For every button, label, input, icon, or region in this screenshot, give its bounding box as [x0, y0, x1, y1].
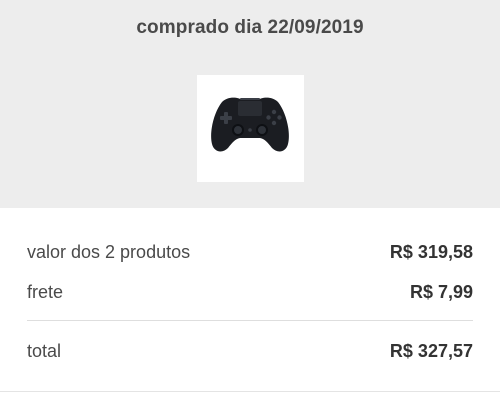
shipping-amount: R$ 7,99: [409, 282, 473, 302]
bottom-divider: [0, 391, 500, 392]
shipping-row: frete R$ 7,99: [27, 282, 473, 308]
summary-divider: [27, 320, 473, 321]
order-header: comprado dia 22/09/2019: [0, 0, 500, 208]
total-amount: R$ 327,57: [389, 341, 473, 361]
purchase-date-title: comprado dia 22/09/2019: [136, 17, 364, 38]
shipping-label: frete: [27, 282, 64, 302]
price-summary: valor dos 2 produtos R$ 319,58 frete R$ …: [0, 208, 500, 416]
products-value-row: valor dos 2 produtos R$ 319,58: [27, 242, 473, 268]
total-label: total: [27, 341, 62, 361]
product-thumbnail[interactable]: [197, 75, 304, 182]
products-value-amount: R$ 319,58: [389, 242, 473, 262]
game-controller-icon: [211, 97, 289, 152]
total-row: total R$ 327,57: [27, 341, 473, 367]
order-summary-page: comprado dia 22/09/2019 valor dos 2 prod…: [0, 0, 500, 416]
products-value-label: valor dos 2 produtos: [27, 242, 191, 262]
